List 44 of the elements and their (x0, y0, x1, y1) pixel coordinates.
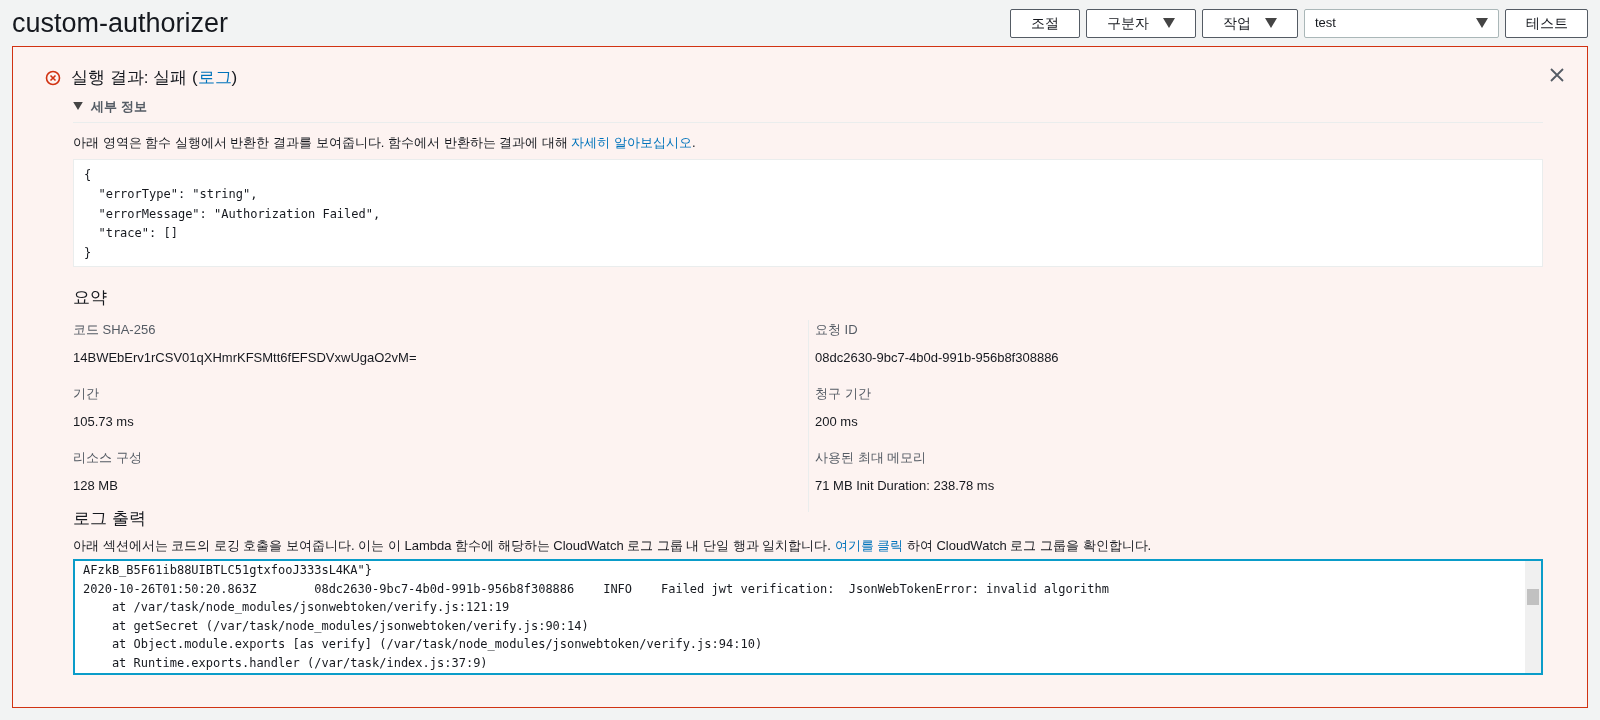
page-title: custom-authorizer (12, 9, 229, 37)
code-line: "errorMessage": "Authorization Failed", (97, 205, 382, 223)
field-label: 기간 (73, 385, 100, 403)
summary-heading: 요약 (73, 286, 108, 309)
help-link[interactable]: 자세히 알아보십시오 (571, 135, 692, 150)
dropdown-button[interactable]: 구분자 (1086, 8, 1196, 38)
help-link[interactable]: 여기를 클릭 (834, 537, 904, 553)
caret-icon (1163, 18, 1175, 28)
close-icon[interactable] (1549, 67, 1565, 83)
log-line: at /var/task/node_modules/jsonwebtoken/verify.js:121:19 (110, 599, 511, 616)
log-line: at Runtime.exports.handler (/var/task/index.js:37:9) (110, 654, 489, 672)
log-line: 2020-10-26T01:50:20.863Z 08dc2630-9bc7-4b0d-991b-956b8f308886 INFO Failed jwt verification: JsonWebTokenError: invalid algorithm (83, 580, 1110, 598)
field-value: 14BWEbErv1rCSV01qXHmrKFSMtt6fEFSDVxwUgaO2vM= (73, 348, 418, 367)
field-value: 71 MB Init Duration: 238.78 ms (815, 476, 996, 495)
details-toggle[interactable]: 세부 정보 (73, 96, 147, 122)
code-line: "errorType": "string", (97, 186, 259, 203)
field-label: 리소스 구성 (73, 449, 143, 467)
dropdown-button[interactable]: 작업 (1202, 8, 1298, 38)
code-line: "trace": [] (97, 225, 179, 242)
code-line: } (84, 244, 93, 262)
caret-icon (1265, 18, 1277, 28)
log-link[interactable]: 로그 (197, 68, 232, 87)
field-label: 사용된 최대 메모리 (815, 449, 928, 467)
caret-icon (1476, 18, 1488, 28)
log-line: AFzkB_B5F61ib88UIBTLC51gtxfooJ333sL4KA"} (83, 562, 373, 579)
test-event-select[interactable]: test (1304, 8, 1499, 38)
caret-icon (73, 102, 83, 111)
field-value: 200 ms (815, 412, 859, 431)
field-label: 요청 ID (815, 321, 859, 339)
log-line: at Object.module.exports [as verify] (/var/task/node_modules/jsonwebtoken/verify.js:94:10) (110, 636, 764, 653)
field-value: 128 MB (73, 476, 119, 495)
code-line: { (84, 166, 93, 184)
test-button[interactable]: 테스트 (1505, 8, 1588, 38)
description-text: 아래 영역은 함수 실행에서 반환한 결과를 보여줍니다. 함수에서 반환하는 결과에 대해 자세히 알아보십시오. (73, 134, 697, 152)
log-line: at getSecret (/var/task/node_modules/jsonwebtoken/verify.js:90:14) (110, 617, 590, 635)
log-heading: 로그 출력 (73, 508, 147, 530)
scrollbar[interactable] (1525, 561, 1541, 673)
field-value: 105.73 ms (73, 412, 135, 431)
field-label: 코드 SHA-256 (73, 321, 157, 339)
result-title: 실행 결과: 실패 (로그) (71, 67, 238, 89)
toolbar-button[interactable]: 조절 (1010, 8, 1080, 38)
log-description: 아래 섹션에서는 코드의 로깅 호출을 보여줍니다. 이는 이 Lambda 함수에 해당하는 CloudWatch 로그 그룹 내 단일 행과 일치합니다. 여기를 클릭 하여 CloudWatch 로그 그룹을 확인합니다. (73, 536, 1153, 555)
field-label: 청구 기간 (815, 385, 872, 403)
field-value: 08dc2630-9bc7-4b0d-991b-956b8f308886 (815, 348, 1060, 367)
